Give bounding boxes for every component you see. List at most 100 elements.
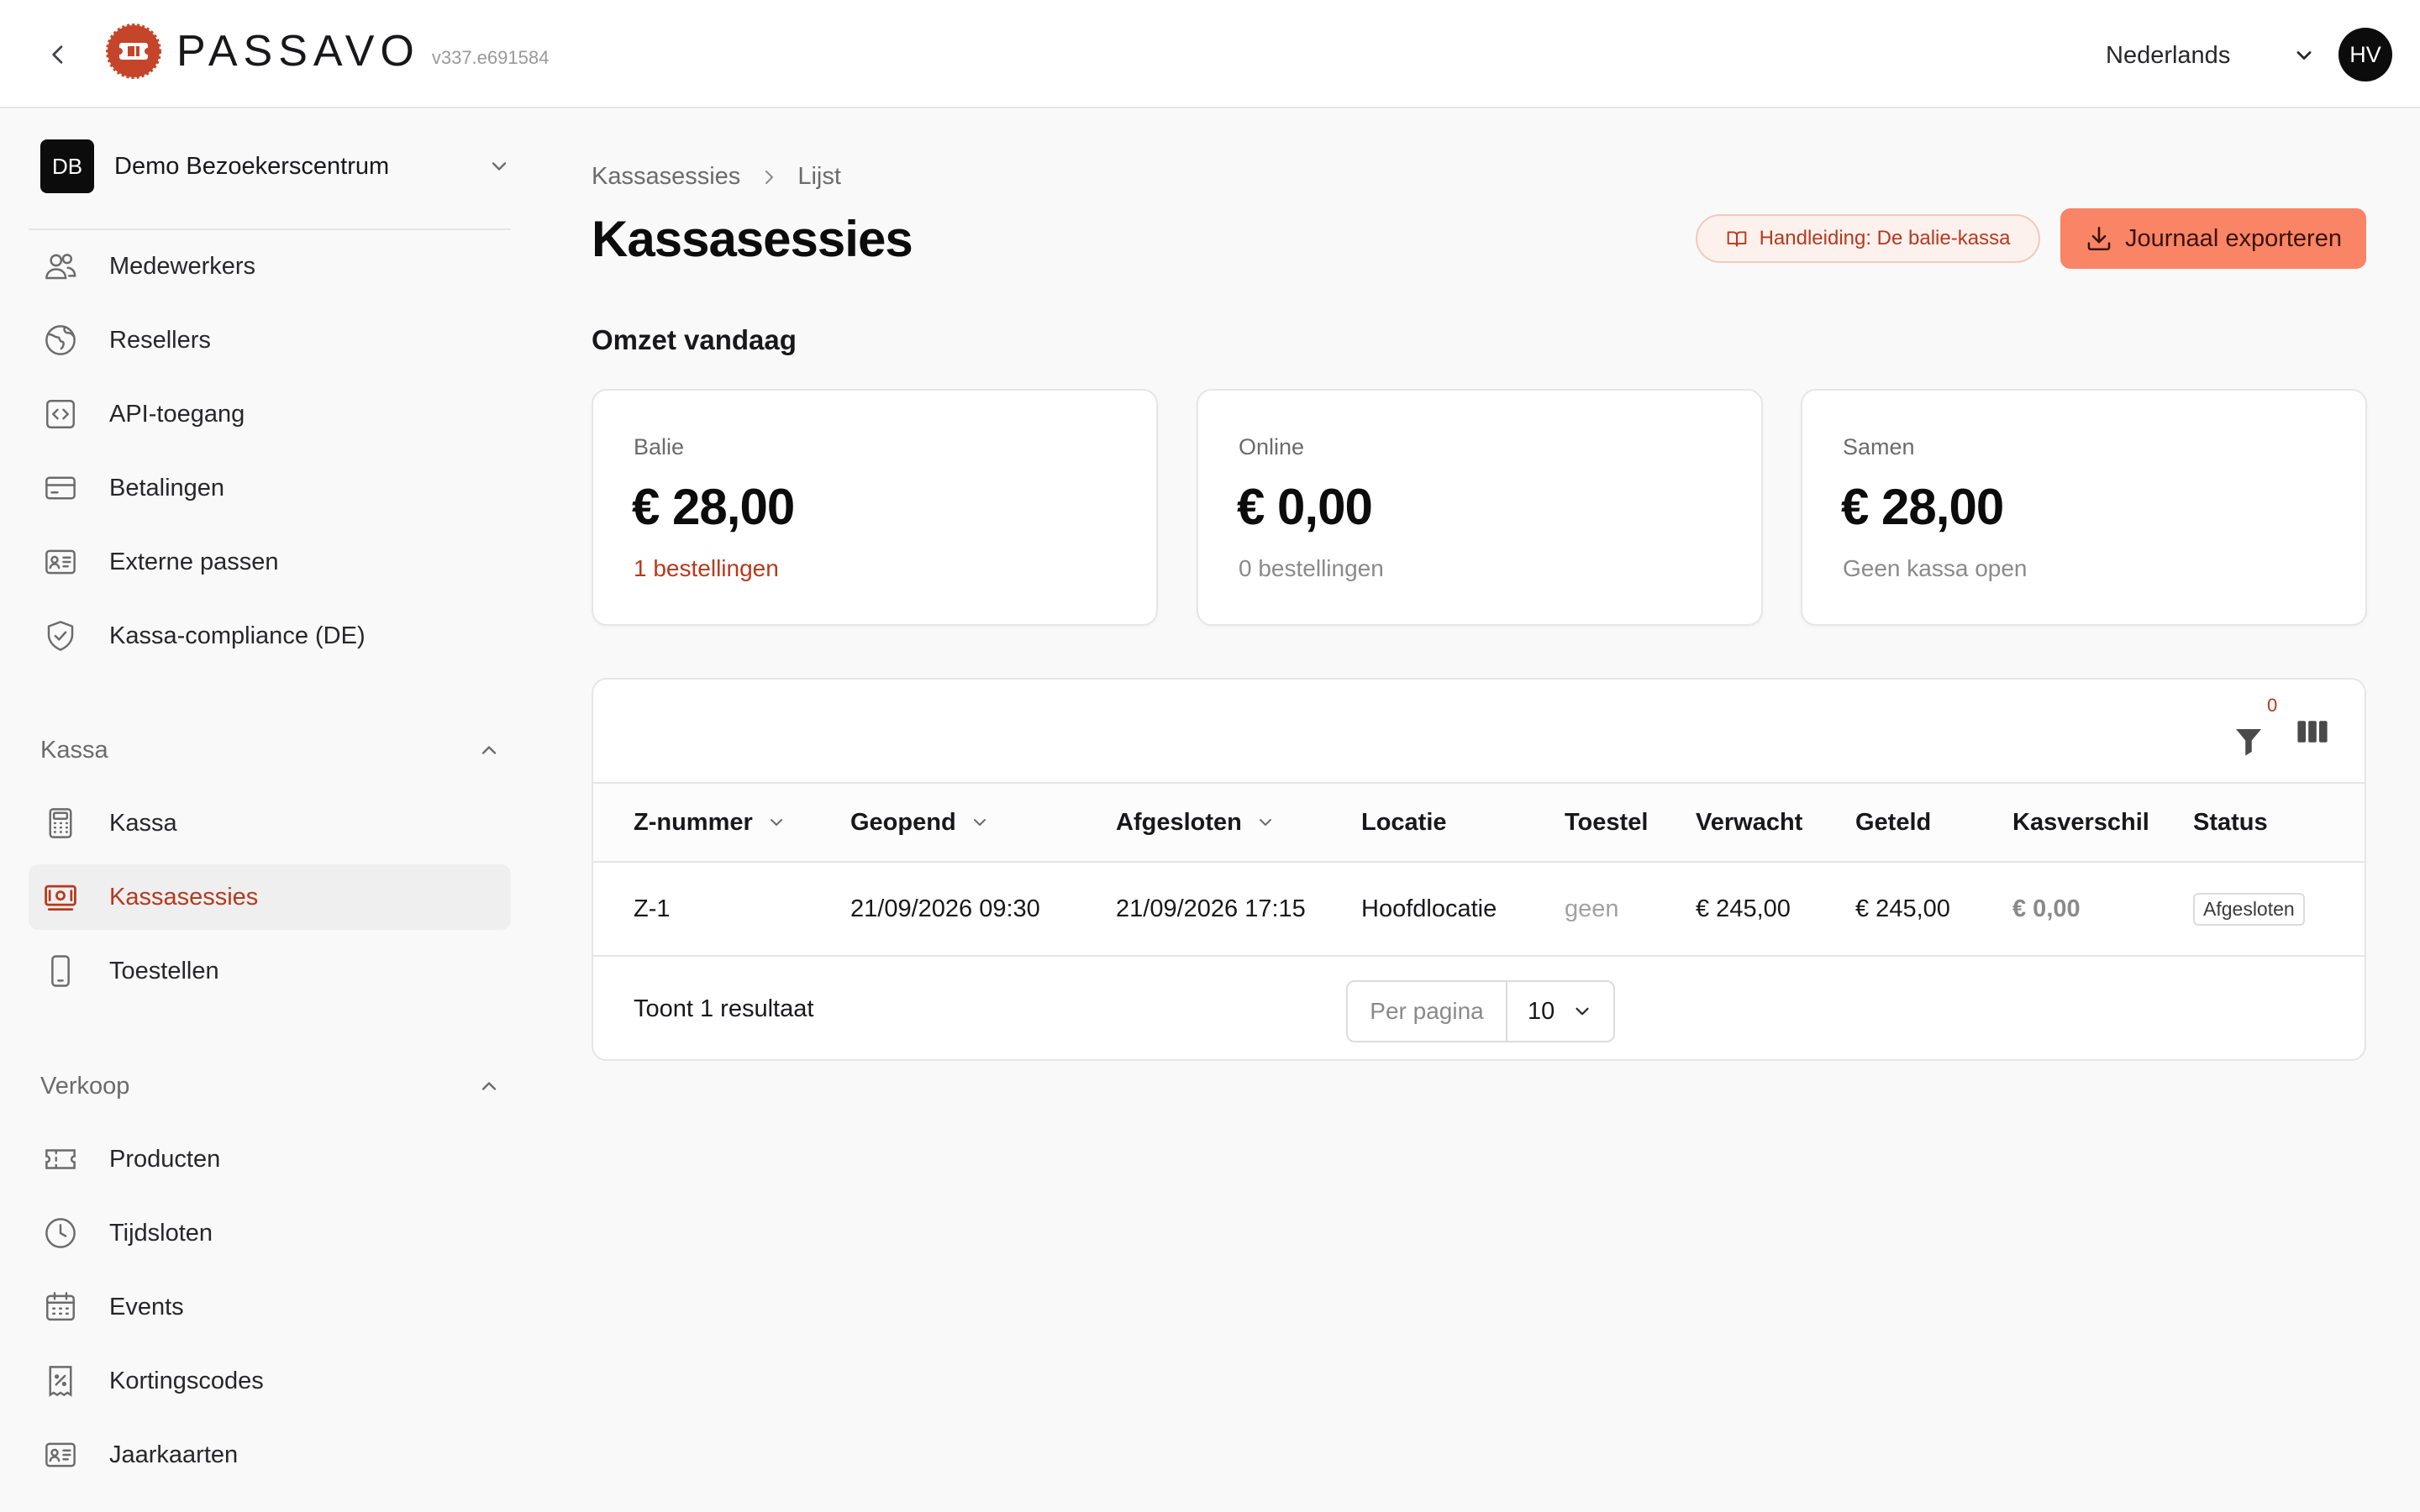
column-header-status: Status: [2193, 808, 2268, 836]
cell-counted: € 245,00: [1855, 895, 1950, 922]
sidebar: DB Demo Bezoekerscentrum Medewerkers Res…: [0, 110, 538, 1512]
stat-value: € 0,00: [1237, 479, 1373, 535]
column-header-verwacht: Verwacht: [1696, 808, 1803, 836]
revenue-today-heading: Omzet vandaag: [592, 324, 797, 355]
chevron-right-icon: [759, 167, 779, 187]
sidebar-item-resellers[interactable]: Resellers: [29, 307, 511, 373]
export-journal-button[interactable]: Journaal exporteren: [2060, 208, 2366, 269]
chevron-down-icon: [1576, 1007, 1589, 1016]
cell-opened: 21/09/2026 09:30: [850, 895, 1040, 922]
sidebar-item-label: Medewerkers: [109, 252, 256, 280]
language-selector[interactable]: Nederlands: [2106, 37, 2316, 74]
sidebar-item-label: Tijdsloten: [109, 1219, 213, 1247]
per-page-control: Per pagina 10: [1346, 980, 1615, 1042]
status-badge: Afgesloten: [2193, 892, 2305, 926]
organization-switcher[interactable]: DB Demo Bezoekerscentrum: [40, 139, 511, 193]
per-page-select[interactable]: 10: [1507, 982, 1613, 1041]
stat-card-online: Online € 0,00 0 bestellingen: [1197, 389, 1763, 626]
brand-logo[interactable]: PASSAVO v337.e691584: [106, 24, 549, 79]
smartphone-icon: [42, 953, 79, 990]
code-icon: [42, 396, 79, 433]
stat-label: Balie: [634, 434, 685, 459]
table-row[interactable]: Z-1 21/09/2026 09:30 21/09/2026 17:15 Ho…: [593, 863, 2365, 957]
stat-card-samen: Samen € 28,00 Geen kassa open: [1801, 389, 2367, 626]
column-header-kasverschil: Kasverschil: [2012, 808, 2149, 836]
percent-receipt-icon: [42, 1362, 79, 1399]
chevron-left-icon: [52, 45, 63, 64]
sidebar-item-tijdsloten[interactable]: Tijdsloten: [29, 1200, 511, 1266]
export-button-label: Journaal exporteren: [2125, 224, 2342, 252]
passavo-logo-icon: [106, 24, 161, 79]
credit-card-icon: [42, 470, 79, 507]
organization-name: Demo Bezoekerscentrum: [114, 152, 390, 180]
download-icon: [2085, 224, 2113, 253]
sidebar-item-label: Betalingen: [109, 474, 225, 501]
chevron-down-icon: [766, 812, 786, 832]
users-icon: [42, 248, 79, 285]
columns-toggle-button[interactable]: [2294, 713, 2331, 750]
table-header: Z-nummer Geopend Afgesloten Locatie Toes…: [593, 782, 2365, 863]
sidebar-item-api-toegang[interactable]: API-toegang: [29, 381, 511, 447]
sidebar-section-label: Kassa: [40, 736, 108, 764]
sidebar-item-label: API-toegang: [109, 400, 245, 428]
sidebar-item-producten[interactable]: Producten: [29, 1126, 511, 1192]
cell-location: Hoofdlocatie: [1361, 895, 1497, 922]
sidebar-item-label: Jaarkaarten: [109, 1441, 239, 1468]
breadcrumb-item-kassasessies[interactable]: Kassasessies: [592, 163, 740, 191]
column-header-geopend[interactable]: Geopend: [850, 784, 990, 861]
stat-sub: Geen kassa open: [1843, 555, 2028, 581]
sidebar-item-externe-passen[interactable]: Externe passen: [29, 529, 511, 595]
sidebar-section-kassa-toggle[interactable]: Kassa: [40, 732, 501, 769]
cell-difference: € 0,00: [2012, 895, 2081, 922]
calculator-icon: [42, 805, 79, 842]
sidebar-item-label: Events: [109, 1293, 184, 1320]
guide-button[interactable]: Handleiding: De balie-kassa: [1696, 214, 2040, 263]
stat-sub: 0 bestellingen: [1239, 555, 1384, 581]
language-label: Nederlands: [2106, 41, 2231, 69]
ticket-icon: [42, 1141, 79, 1178]
sidebar-item-label: Externe passen: [109, 548, 279, 575]
sidebar-item-kassa-compliance[interactable]: Kassa-compliance (DE): [29, 603, 511, 669]
cell-status: Afgesloten: [2193, 863, 2305, 955]
user-avatar[interactable]: HV: [2338, 28, 2392, 81]
column-header-afgesloten[interactable]: Afgesloten: [1116, 784, 1276, 861]
results-count: Toont 1 resultaat: [634, 995, 814, 1022]
per-page-value: 10: [1528, 997, 1555, 1025]
guide-button-label: Handleiding: De balie-kassa: [1759, 227, 2011, 249]
chevron-down-icon: [492, 162, 507, 171]
book-open-icon: [1726, 228, 1748, 249]
sidebar-divider: [29, 228, 511, 230]
sessions-table: 0 Z-nummer Geopend Afgesloten Locatie To…: [592, 678, 2366, 1061]
sidebar-item-label: Producten: [109, 1145, 221, 1173]
shield-check-icon: [42, 617, 79, 654]
cell-device: geen: [1565, 895, 1619, 922]
sidebar-item-toestellen[interactable]: Toestellen: [29, 938, 511, 1004]
sidebar-section-verkoop-toggle[interactable]: Verkoop: [40, 1068, 501, 1105]
chevron-down-icon: [970, 812, 990, 832]
sidebar-item-label: Kassa: [109, 809, 177, 837]
breadcrumb-item-lijst: Lijst: [797, 163, 841, 190]
sidebar-item-kortingscodes[interactable]: Kortingscodes: [29, 1348, 511, 1414]
stat-label: Samen: [1843, 434, 1915, 459]
sidebar-item-kassasessies[interactable]: Kassasessies: [29, 864, 511, 930]
sidebar-item-betalingen[interactable]: Betalingen: [29, 455, 511, 521]
id-card-icon: [42, 1436, 79, 1473]
column-header-z-nummer[interactable]: Z-nummer: [634, 784, 786, 861]
back-button[interactable]: [37, 34, 79, 76]
sidebar-section-label: Verkoop: [40, 1072, 130, 1100]
stat-orders-link[interactable]: 1 bestellingen: [634, 555, 779, 582]
sidebar-section-kassa[interactable]: [40, 110, 501, 147]
filter-count-badge: 0: [2267, 695, 2278, 716]
sidebar-item-medewerkers[interactable]: Medewerkers: [29, 234, 511, 299]
stat-value: € 28,00: [632, 479, 795, 535]
cash-register-icon: [42, 879, 79, 916]
sidebar-item-events[interactable]: Events: [29, 1274, 511, 1340]
filter-button[interactable]: [2232, 708, 2265, 759]
sidebar-item-jaarkaarten[interactable]: Jaarkaarten: [29, 1422, 511, 1488]
cell-closed: 21/09/2026 17:15: [1116, 895, 1306, 922]
cell-z-number: Z-1: [634, 895, 671, 922]
column-header-toestel: Toestel: [1565, 808, 1649, 836]
stat-card-balie: Balie € 28,00 1 bestellingen: [592, 389, 1158, 626]
breadcrumb: Kassasessies Lijst: [592, 163, 841, 191]
sidebar-item-kassa[interactable]: Kassa: [29, 790, 511, 856]
